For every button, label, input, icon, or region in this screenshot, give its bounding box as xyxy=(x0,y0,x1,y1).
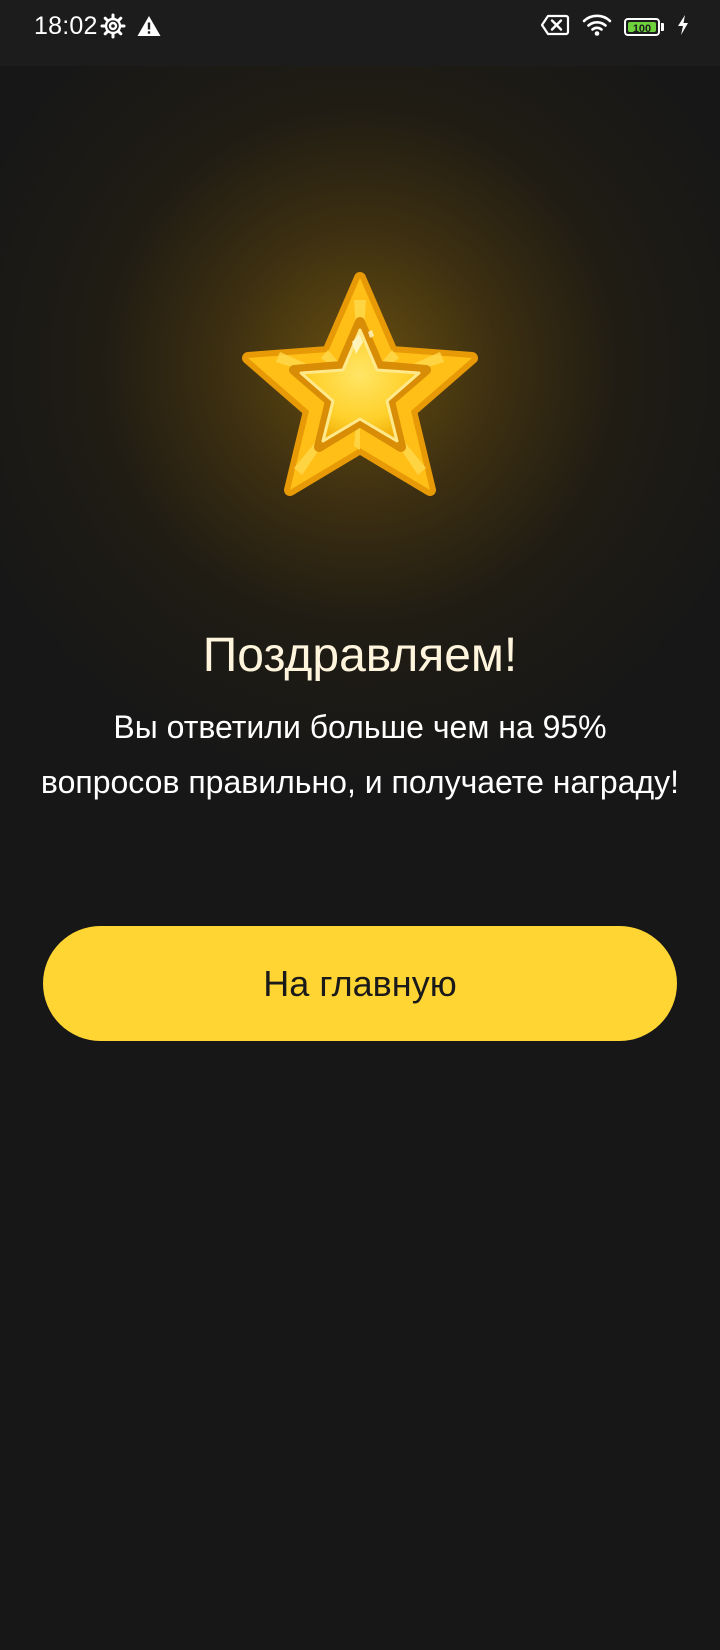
no-sim-icon xyxy=(540,13,570,42)
battery-icon: 100 xyxy=(624,17,664,37)
status-time: 18:02 xyxy=(34,12,98,40)
status-bar: 18:02 100 xyxy=(0,0,720,66)
settings-gear-icon xyxy=(100,13,126,44)
congrats-title: Поздравляем! xyxy=(202,629,518,682)
status-left-icons xyxy=(100,13,162,44)
reward-message: Вы ответили больше чем на 95% вопросов п… xyxy=(40,709,680,800)
gold-star-icon xyxy=(236,270,484,510)
charging-bolt-icon xyxy=(676,14,690,41)
status-right-icons: 100 xyxy=(540,12,690,42)
home-button[interactable]: На главную xyxy=(43,926,677,1041)
battery-level: 100 xyxy=(632,23,652,35)
home-button-label: На главную xyxy=(263,962,457,1004)
battery-fill: 100 xyxy=(628,22,656,35)
wifi-icon xyxy=(582,13,612,42)
warning-icon xyxy=(136,14,162,43)
